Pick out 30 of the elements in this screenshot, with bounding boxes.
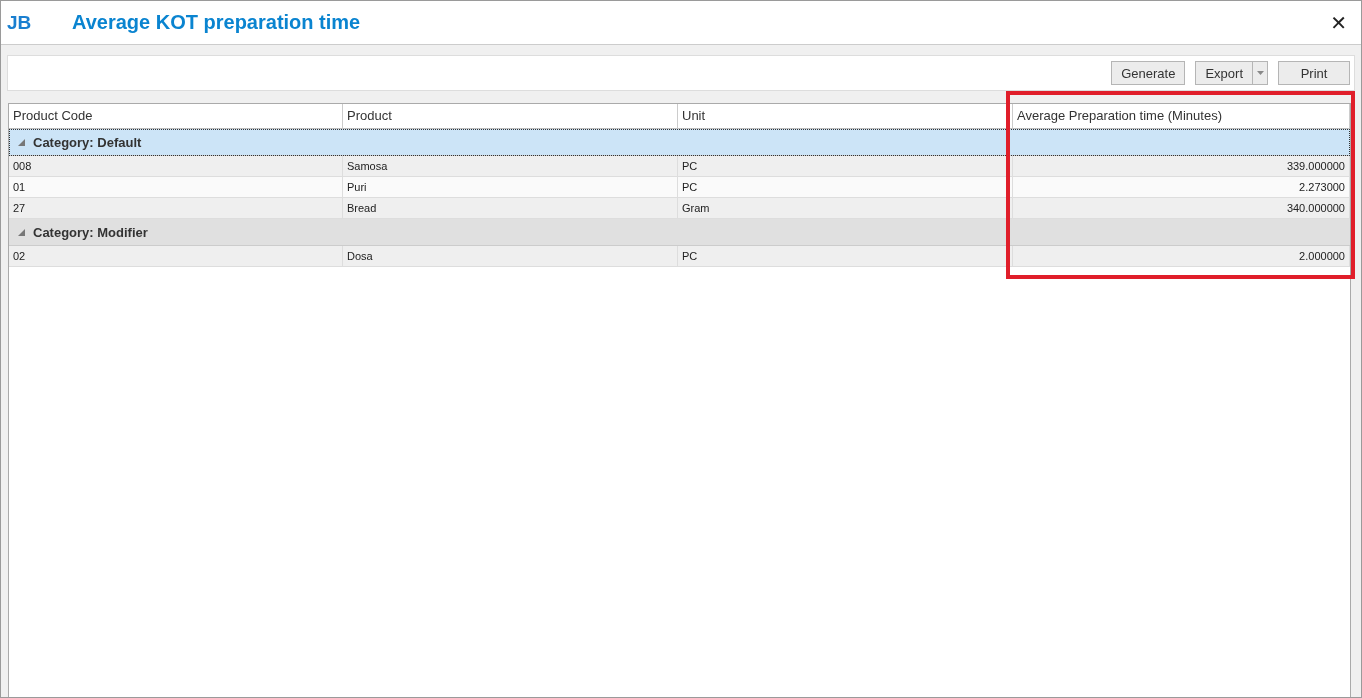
export-button[interactable]: Export — [1195, 61, 1252, 85]
table-cell: 02 — [9, 246, 343, 266]
table-cell: Gram — [678, 198, 1013, 218]
group-row[interactable]: Category: Default — [9, 129, 1350, 156]
window-title: Average KOT preparation time — [72, 11, 361, 34]
caret-icon — [1256, 71, 1264, 75]
logo: JB — [7, 11, 33, 34]
table-cell: Dosa — [343, 246, 678, 266]
toolbar-button[interactable]: Generate — [1111, 61, 1186, 85]
group-row[interactable]: Category: Modifier — [9, 219, 1350, 246]
collapse-icon[interactable] — [18, 228, 25, 236]
toolbar-button[interactable]: Print — [1278, 61, 1350, 85]
table-cell: Samosa — [343, 156, 678, 176]
table-cell: Bread — [343, 198, 678, 218]
group-label: Category: Default — [33, 134, 142, 150]
table-cell: PC — [678, 177, 1013, 197]
table-cell: 01 — [9, 177, 343, 197]
table-cell: PC — [678, 246, 1013, 266]
table-cell: 27 — [9, 198, 343, 218]
dropdown-button[interactable] — [1252, 61, 1268, 85]
table-cell: 008 — [9, 156, 343, 176]
close-button[interactable]: ✕ — [1326, 10, 1351, 35]
collapse-icon[interactable] — [18, 138, 25, 146]
table-cell: 340.000000 — [1013, 198, 1350, 218]
table-cell: 339.000000 — [1013, 156, 1350, 176]
table-cell: 2.273000 — [1013, 177, 1350, 197]
group-label: Category: Modifier — [33, 224, 148, 240]
table-cell: Puri — [343, 177, 678, 197]
table-cell: 2.000000 — [1013, 246, 1350, 266]
table-cell: PC — [678, 156, 1013, 176]
